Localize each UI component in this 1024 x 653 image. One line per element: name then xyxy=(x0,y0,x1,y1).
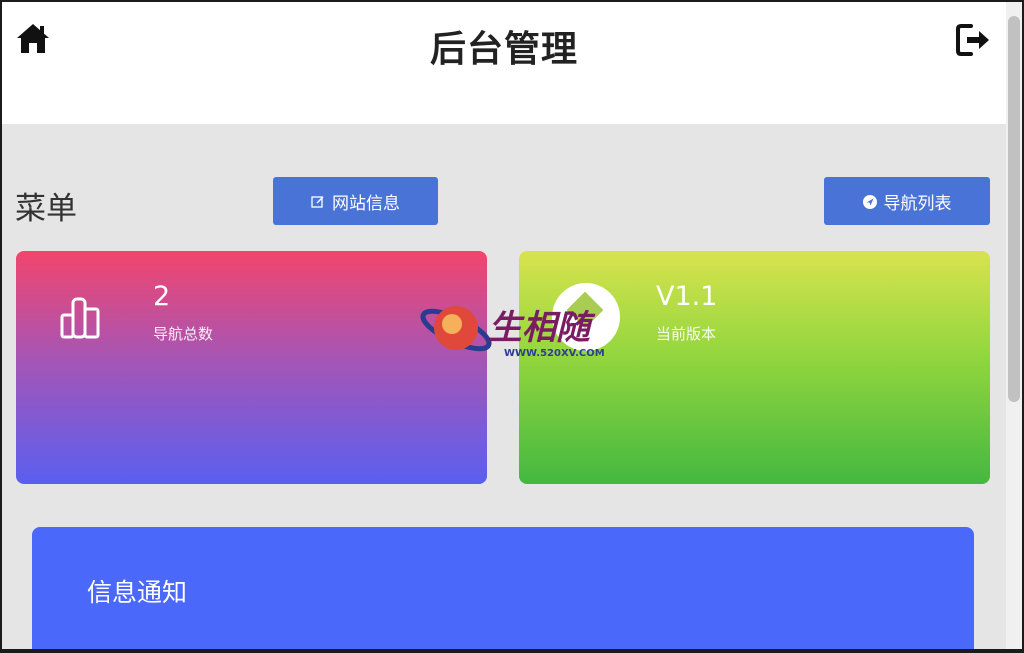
nav-total-card: 2 导航总数 xyxy=(16,251,487,484)
site-info-button[interactable]: 网站信息 xyxy=(273,177,438,225)
bar-chart-icon xyxy=(56,293,106,343)
top-header: 后台管理 xyxy=(2,2,1006,124)
nav-list-label: 导航列表 xyxy=(883,193,952,214)
edit-icon xyxy=(311,194,325,208)
notice-title: 信息通知 xyxy=(87,578,188,607)
watermark-url: WWW.520XV.COM xyxy=(504,348,605,359)
admin-page: 后台管理 菜单 网站信息 导航列表 2 导航总数 V1.1 当前版本 信息通知 … xyxy=(2,2,1006,649)
compass-icon xyxy=(862,194,877,209)
vertical-scrollbar[interactable] xyxy=(1006,2,1022,649)
nav-total-label: 导航总数 xyxy=(153,325,214,343)
nav-total-value: 2 xyxy=(153,281,171,312)
version-card: V1.1 当前版本 xyxy=(519,251,990,484)
notice-panel: 信息通知 xyxy=(32,527,974,649)
nav-list-button[interactable]: 导航列表 xyxy=(824,177,990,225)
page-title: 后台管理 xyxy=(429,29,578,70)
watermark-text: 生相随 xyxy=(488,308,590,348)
version-label: 当前版本 xyxy=(656,325,717,343)
version-value: V1.1 xyxy=(656,281,718,312)
watermark-logo: 生相随 WWW.520XV.COM xyxy=(416,294,616,364)
menu-heading: 菜单 xyxy=(15,191,77,227)
site-info-label: 网站信息 xyxy=(332,193,400,214)
scrollbar-thumb[interactable] xyxy=(1008,16,1020,402)
logout-icon[interactable] xyxy=(955,22,991,58)
